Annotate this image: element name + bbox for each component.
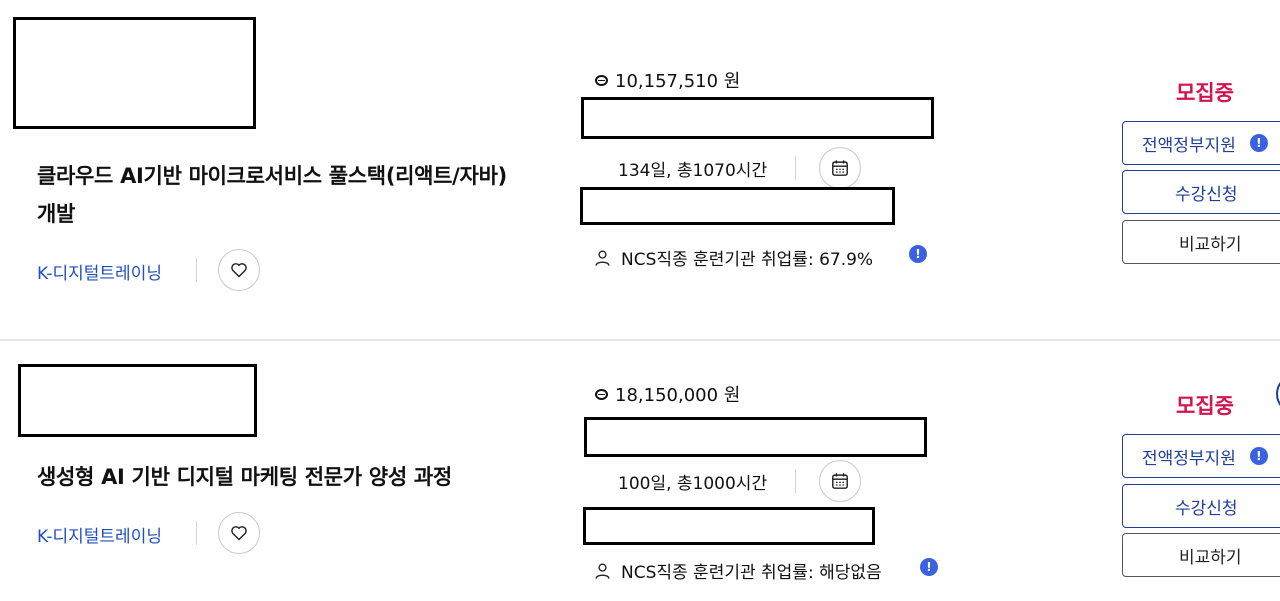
redacted-logo [18,364,257,437]
org-tag[interactable]: K-디지털트레이닝 [37,522,162,547]
calendar-icon [832,160,848,176]
calendar-button[interactable] [819,147,861,189]
support-button[interactable]: 전액정부지원 ! [1122,434,1280,478]
person-icon [595,250,610,266]
calendar-button[interactable] [819,460,861,502]
heart-icon [231,526,247,541]
coin-icon [595,74,608,86]
info-icon[interactable]: ! [909,245,927,263]
course-duration: 100일, 총1000시간 [618,474,768,494]
info-icon[interactable]: ! [1249,447,1268,465]
coin-icon [595,388,608,400]
apply-button[interactable]: 수강신청 [1122,484,1280,528]
course-duration: 134일, 총1070시간 [618,161,768,181]
org-tag[interactable]: K-디지털트레이닝 [37,259,162,284]
divider [196,258,197,282]
employment-rate: NCS직종 훈련기관 취업률: 67.9% [594,245,873,270]
info-icon[interactable]: ! [920,558,938,576]
divider [795,469,796,493]
employment-rate: NCS직종 훈련기관 취업률: 해당없음 [594,558,882,583]
favorite-button[interactable] [218,249,260,291]
price: 10,157,510 원 [595,67,740,93]
price-value: 10,157,510 원 [615,71,741,92]
course-card: 클라우드 AI기반 마이크로서비스 풀스택(리액트/자바) 개발 K-디지털트레… [0,0,1280,340]
divider [196,521,197,545]
favorite-button[interactable] [218,512,260,554]
info-icon[interactable]: ! [1249,134,1268,152]
price-value: 18,150,000 원 [615,385,741,406]
employment-rate-text: NCS직종 훈련기관 취업률: 67.9% [621,250,874,270]
course-card: 생성형 AI 기반 디지털 마케팅 전문가 양성 과정 K-디지털트레이닝 18… [0,341,1280,601]
course-title[interactable]: 클라우드 AI기반 마이크로서비스 풀스택(리액트/자바) 개발 [37,157,517,233]
redacted-logo [13,17,256,129]
price: 18,150,000 원 [595,381,740,407]
compare-button[interactable]: 비교하기 [1122,533,1280,577]
status-badge: 모집중 [1176,81,1234,105]
person-icon [595,563,610,579]
redacted-field [583,507,875,545]
calendar-icon [832,473,848,489]
redacted-field [581,97,934,139]
employment-rate-text: NCS직종 훈련기관 취업률: 해당없음 [621,563,882,583]
support-button[interactable]: 전액정부지원 ! [1122,121,1280,165]
compare-button[interactable]: 비교하기 [1122,220,1280,264]
redacted-field [580,187,895,225]
heart-icon [231,263,247,278]
course-title[interactable]: 생성형 AI 기반 디지털 마케팅 전문가 양성 과정 [37,458,517,496]
apply-button[interactable]: 수강신청 [1122,170,1280,214]
support-label: 전액정부지원 [1142,448,1236,469]
redacted-field [584,417,927,457]
support-label: 전액정부지원 [1142,135,1236,156]
divider [795,156,796,180]
status-badge: 모집중 [1176,394,1234,418]
